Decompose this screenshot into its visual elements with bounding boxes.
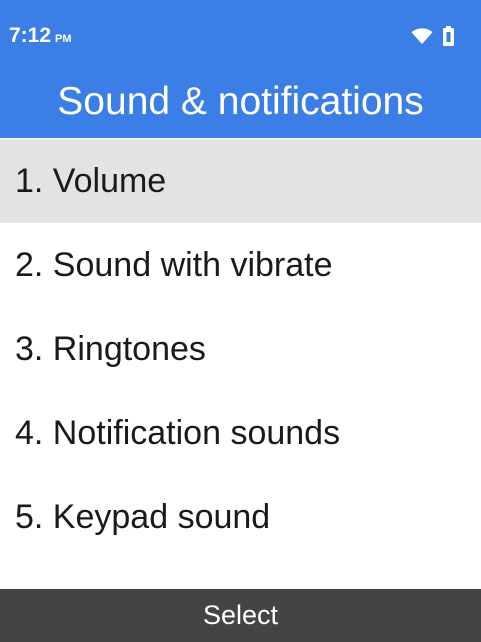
select-softkey[interactable]: Select [203, 600, 278, 631]
battery-icon [443, 26, 454, 46]
wifi-icon [411, 27, 433, 45]
menu-item-label: 1. Volume [15, 161, 167, 200]
menu-item-notification-sounds[interactable]: 4. Notification sounds [0, 391, 481, 475]
status-icons [411, 24, 454, 48]
menu-item-label: 2. Sound with vibrate [15, 245, 333, 284]
status-bar: 7:12 PM [0, 0, 481, 70]
clock-ampm: PM [55, 33, 72, 45]
menu-item-volume[interactable]: 1. Volume [0, 139, 481, 223]
menu-item-label: 3. Ringtones [15, 329, 206, 368]
softkey-bar: Select [0, 589, 481, 642]
clock-time: 7:12 [9, 24, 52, 47]
menu-item-label: 5. Keypad sound [15, 497, 271, 536]
page-title: Sound & notifications [57, 80, 424, 123]
menu-item-keypad-sound[interactable]: 5. Keypad sound [0, 475, 481, 559]
app-header: 7:12 PM Sound & notifications [0, 0, 481, 138]
settings-menu: 1. Volume 2. Sound with vibrate 3. Ringt… [0, 139, 481, 559]
menu-item-label: 4. Notification sounds [15, 413, 341, 452]
menu-item-sound-with-vibrate[interactable]: 2. Sound with vibrate [0, 223, 481, 307]
menu-item-ringtones[interactable]: 3. Ringtones [0, 307, 481, 391]
status-time: 7:12 PM [9, 24, 72, 51]
